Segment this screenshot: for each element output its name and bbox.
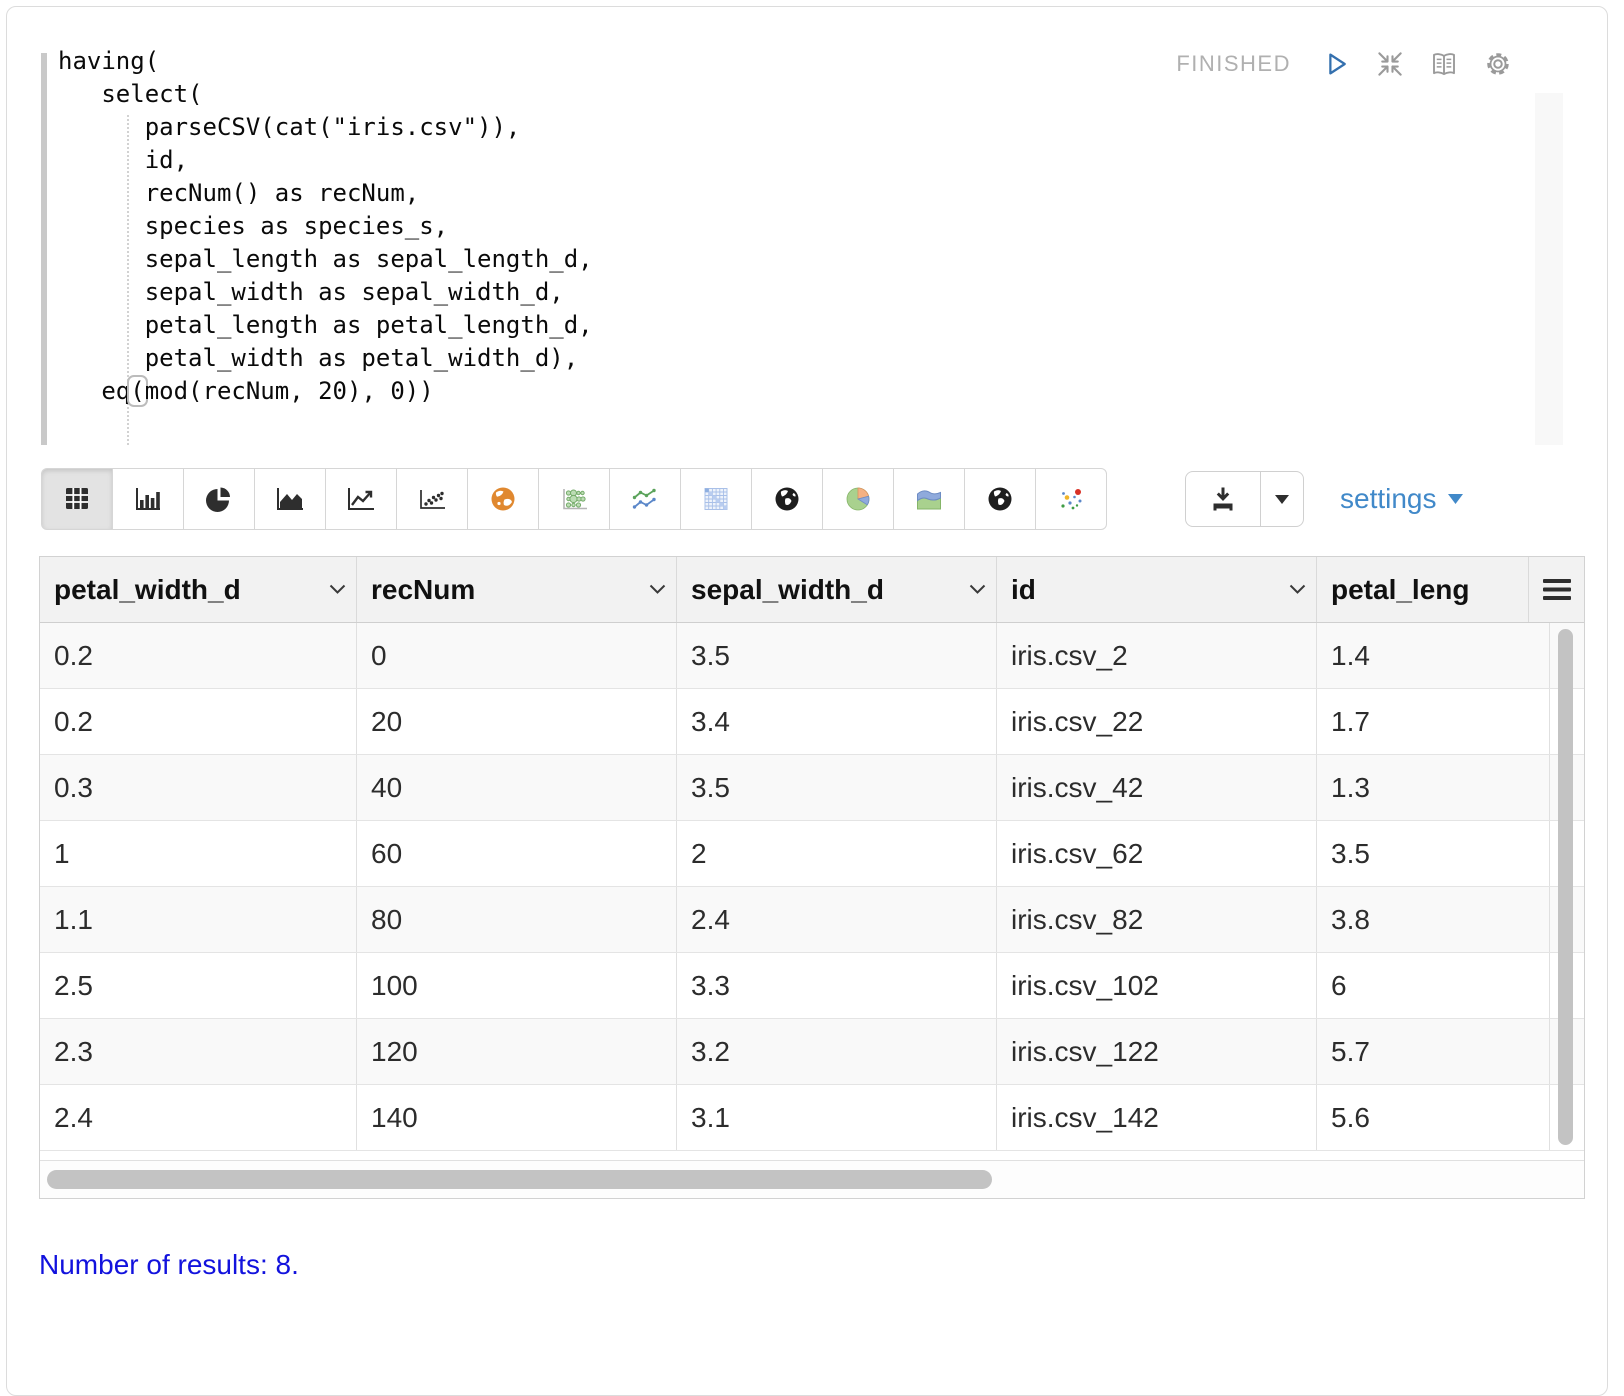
code-line: petal_width as petal_width_d), bbox=[58, 342, 593, 375]
globe-dark-icon bbox=[769, 484, 805, 514]
column-header-id[interactable]: id bbox=[997, 557, 1317, 622]
area-chart-icon bbox=[272, 484, 308, 514]
line-chart-icon bbox=[343, 484, 379, 514]
map-globe-dark-2-button[interactable] bbox=[964, 468, 1036, 530]
table-header-row: petal_width_d recNum sepal_width_d id pe… bbox=[40, 557, 1584, 623]
code-line: petal_length as petal_length_d, bbox=[58, 309, 593, 342]
pie-colored-button[interactable] bbox=[822, 468, 894, 530]
column-header-sepal-width[interactable]: sepal_width_d bbox=[677, 557, 997, 622]
colored-scatter-button[interactable] bbox=[1035, 468, 1107, 530]
table-row: 2.51003.3iris.csv_1026 bbox=[40, 953, 1584, 1019]
area-chart-button[interactable] bbox=[254, 468, 326, 530]
code-line: sepal_length as sepal_length_d, bbox=[58, 243, 593, 276]
heatmap-icon bbox=[698, 484, 734, 514]
results-count: Number of results: 8. bbox=[39, 1249, 299, 1281]
map-globe-dark-button[interactable] bbox=[751, 468, 823, 530]
code-text[interactable]: having( select( parseCSV(cat("iris.csv")… bbox=[58, 45, 593, 408]
chevron-down-icon[interactable] bbox=[649, 584, 666, 595]
multi-line-chart-button[interactable] bbox=[609, 468, 681, 530]
hamburger-menu-icon bbox=[1543, 579, 1571, 600]
table-view-button[interactable] bbox=[41, 468, 113, 530]
multi-line-chart-icon bbox=[627, 484, 663, 514]
heatmap-button[interactable] bbox=[680, 468, 752, 530]
chevron-down-icon[interactable] bbox=[969, 584, 986, 595]
bar-chart-button[interactable] bbox=[112, 468, 184, 530]
code-line: id, bbox=[58, 144, 593, 177]
line-chart-button[interactable] bbox=[325, 468, 397, 530]
bar-chart-icon bbox=[130, 484, 166, 514]
collapse-icon[interactable] bbox=[1375, 49, 1405, 79]
chevron-down-icon[interactable] bbox=[329, 584, 346, 595]
table-row: 2.41403.1iris.csv_1425.6 bbox=[40, 1085, 1584, 1151]
map-globe-orange-button[interactable] bbox=[467, 468, 539, 530]
bubble-chart-button[interactable] bbox=[538, 468, 610, 530]
settings-label: settings bbox=[1340, 483, 1437, 515]
table-row: 0.203.5iris.csv_21.4 bbox=[40, 623, 1584, 689]
horizontal-scrollbar[interactable] bbox=[40, 1161, 1584, 1198]
caret-down-icon bbox=[1448, 494, 1463, 504]
bubble-chart-icon bbox=[556, 484, 592, 514]
editor-scrollbar-track[interactable] bbox=[1535, 93, 1563, 445]
table-clip-strip bbox=[40, 1151, 1584, 1161]
scatter-chart-icon bbox=[414, 484, 450, 514]
run-icon[interactable] bbox=[1321, 49, 1351, 79]
download-button-group bbox=[1185, 471, 1304, 527]
vertical-scrollbar-thumb[interactable] bbox=[1558, 629, 1573, 1145]
code-line: select( bbox=[58, 78, 593, 111]
chart-type-group bbox=[41, 468, 1107, 530]
globe-orange-icon bbox=[485, 484, 521, 514]
editor-gutter-bar bbox=[41, 53, 47, 445]
settings-link[interactable]: settings bbox=[1340, 483, 1463, 515]
code-editor[interactable]: having( select( parseCSV(cat("iris.csv")… bbox=[41, 43, 1589, 453]
visualization-toolbar: settings bbox=[41, 467, 1573, 531]
table-row: 1.1802.4iris.csv_823.8 bbox=[40, 887, 1584, 953]
table-row: 0.2203.4iris.csv_221.7 bbox=[40, 689, 1584, 755]
table-body: 0.203.5iris.csv_21.4 0.2203.4iris.csv_22… bbox=[40, 623, 1584, 1151]
scatter-chart-button[interactable] bbox=[396, 468, 468, 530]
column-header-petal-length[interactable]: petal_leng bbox=[1317, 557, 1528, 622]
table-row: 0.3403.5iris.csv_421.3 bbox=[40, 755, 1584, 821]
download-button[interactable] bbox=[1185, 471, 1261, 527]
table-menu-button[interactable] bbox=[1528, 557, 1584, 622]
colored-scatter-icon bbox=[1053, 484, 1089, 514]
download-icon bbox=[1208, 484, 1238, 514]
output-book-icon[interactable] bbox=[1429, 49, 1459, 79]
pie-colored-icon bbox=[840, 484, 876, 514]
code-line: species as species_s, bbox=[58, 210, 593, 243]
pie-chart-icon bbox=[201, 484, 237, 514]
table-row: 1602iris.csv_623.5 bbox=[40, 821, 1584, 887]
stacked-area-button[interactable] bbox=[893, 468, 965, 530]
paragraph-status: FINISHED bbox=[1176, 51, 1291, 77]
code-line-last: eq(mod(recNum, 20), 0)) bbox=[58, 375, 593, 408]
download-options-button[interactable] bbox=[1260, 471, 1304, 527]
paragraph-card: having( select( parseCSV(cat("iris.csv")… bbox=[6, 6, 1608, 1396]
stacked-area-icon bbox=[911, 484, 947, 514]
globe-dark-2-icon bbox=[982, 484, 1018, 514]
paragraph-controls: FINISHED bbox=[1176, 49, 1513, 79]
chevron-down-icon[interactable] bbox=[1289, 584, 1306, 595]
gear-icon[interactable] bbox=[1483, 49, 1513, 79]
results-table: petal_width_d recNum sepal_width_d id pe… bbox=[39, 556, 1585, 1199]
code-line: having( bbox=[58, 45, 593, 78]
code-line: parseCSV(cat("iris.csv")), bbox=[58, 111, 593, 144]
column-header-petal-width[interactable]: petal_width_d bbox=[40, 557, 357, 622]
code-line: sepal_width as sepal_width_d, bbox=[58, 276, 593, 309]
horizontal-scrollbar-thumb[interactable] bbox=[47, 1170, 992, 1189]
table-row: 2.31203.2iris.csv_1225.7 bbox=[40, 1019, 1584, 1085]
code-line: recNum() as recNum, bbox=[58, 177, 593, 210]
table-icon bbox=[59, 484, 95, 514]
caret-down-icon bbox=[1275, 495, 1289, 504]
column-header-recnum[interactable]: recNum bbox=[357, 557, 677, 622]
pie-chart-button[interactable] bbox=[183, 468, 255, 530]
